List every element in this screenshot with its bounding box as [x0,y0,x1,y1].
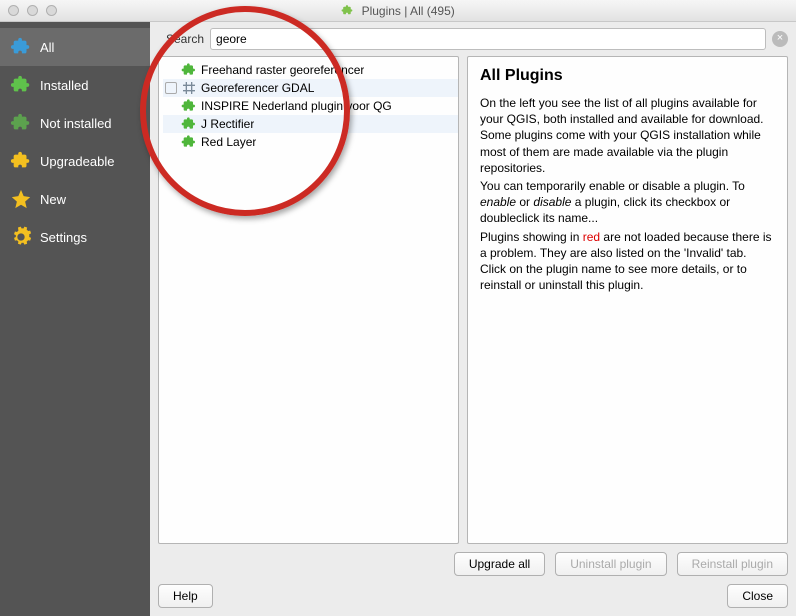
puzzle-icon [181,116,197,132]
plugin-name: INSPIRE Nederland plugin voor QG [201,99,392,113]
sidebar-item-label: All [40,40,54,55]
plugin-row[interactable]: Freehand raster georeferencer [163,61,458,79]
window-title: Plugins | All (495) [0,4,796,18]
plugin-name: Red Layer [201,135,256,149]
puzzle-icon [181,62,197,78]
sidebar: All Installed Not installed Upgradeable … [0,22,150,616]
search-input[interactable] [210,28,766,50]
search-label: Search [166,32,204,46]
puzzle-icon [10,150,32,172]
plugin-detail-panel: All Plugins On the left you see the list… [467,56,788,544]
puzzle-icon [181,134,197,150]
sidebar-item-all[interactable]: All [0,28,150,66]
clear-search-icon[interactable]: × [772,31,788,47]
puzzle-icon [181,98,197,114]
sidebar-item-label: New [40,192,66,207]
puzzle-icon [10,112,32,134]
detail-paragraph: On the left you see the list of all plug… [480,95,775,176]
plugin-row[interactable]: J Rectifier [163,115,458,133]
plugin-checkbox [165,136,177,148]
plugin-list[interactable]: Freehand raster georeferencer Georeferenc… [158,56,459,544]
plugin-checkbox [165,100,177,112]
close-button[interactable]: Close [727,584,788,608]
sidebar-item-new[interactable]: New [0,180,150,218]
plugin-row[interactable]: INSPIRE Nederland plugin voor QG [163,97,458,115]
sidebar-item-settings[interactable]: Settings [0,218,150,256]
plugin-name: Georeferencer GDAL [201,81,314,95]
help-button[interactable]: Help [158,584,213,608]
sidebar-item-label: Upgradeable [40,154,114,169]
grid-icon [181,80,197,96]
sidebar-item-upgradeable[interactable]: Upgradeable [0,142,150,180]
uninstall-plugin-button[interactable]: Uninstall plugin [555,552,666,576]
plugin-row[interactable]: Georeferencer GDAL [163,79,458,97]
upgrade-all-button[interactable]: Upgrade all [454,552,545,576]
sidebar-item-label: Not installed [40,116,112,131]
titlebar: Plugins | All (495) [0,0,796,22]
plugin-checkbox [165,64,177,76]
plugin-name: J Rectifier [201,117,254,131]
puzzle-icon [10,74,32,96]
star-icon [10,188,32,210]
sidebar-item-installed[interactable]: Installed [0,66,150,104]
detail-heading: All Plugins [480,67,775,85]
plugin-row[interactable]: Red Layer [163,133,458,151]
plugin-name: Freehand raster georeferencer [201,63,364,77]
detail-paragraph: You can temporarily enable or disable a … [480,178,775,227]
plugin-checkbox[interactable] [165,82,177,94]
puzzle-icon [10,36,32,58]
sidebar-item-label: Installed [40,78,88,93]
sidebar-item-not-installed[interactable]: Not installed [0,104,150,142]
gear-icon [10,226,32,248]
sidebar-item-label: Settings [40,230,87,245]
reinstall-plugin-button[interactable]: Reinstall plugin [677,552,788,576]
app-icon [341,4,354,17]
detail-paragraph: Plugins showing in red are not loaded be… [480,229,775,294]
plugin-checkbox [165,118,177,130]
